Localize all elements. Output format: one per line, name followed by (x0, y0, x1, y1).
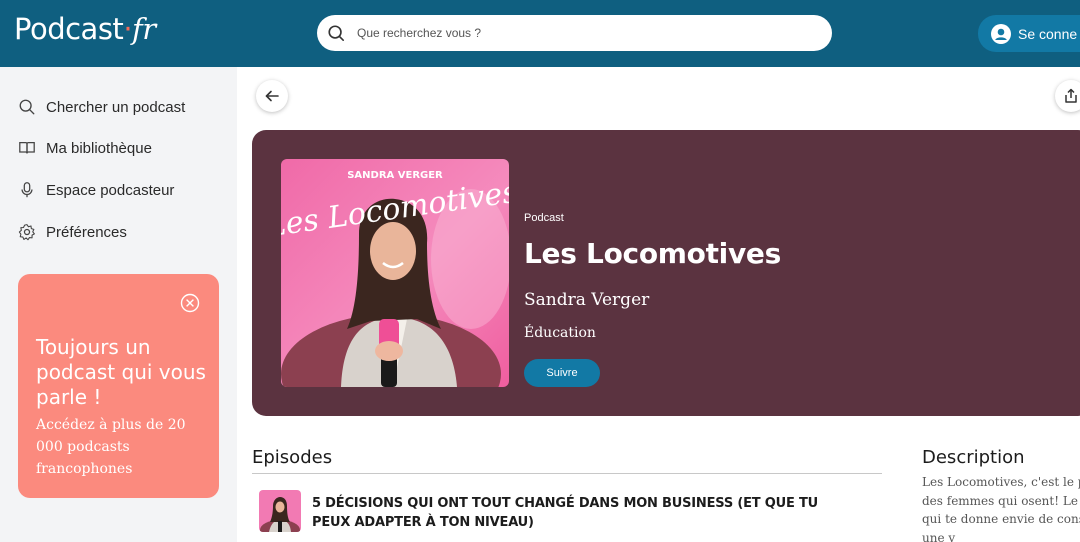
description-line: des femmes qui osent! Le p (922, 493, 1080, 508)
episode-thumbnail[interactable] (259, 490, 301, 532)
login-label: Se conne (1018, 25, 1078, 42)
podcast-author[interactable]: Sandra Verger (524, 290, 649, 310)
podcast-title: Les Locomotives (524, 237, 781, 270)
share-button[interactable] (1055, 80, 1080, 112)
back-button[interactable] (256, 80, 288, 112)
sidebar: Chercher un podcast Ma bibliothèque Espa… (0, 67, 237, 542)
user-icon (991, 23, 1011, 44)
search-input[interactable] (357, 26, 797, 40)
sidebar-item-label: Ma bibliothèque (46, 139, 152, 157)
divider (252, 473, 882, 474)
description-line: qui te donne envie de cons (922, 512, 1080, 526)
logo-suffix: fr (132, 12, 156, 46)
logo-main: Podcast (14, 12, 124, 46)
share-icon (1065, 88, 1077, 103)
description-text: Les Locomotives, c'est le p des femmes q… (922, 473, 1080, 542)
search-icon (19, 99, 35, 115)
sidebar-item-label: Préférences (46, 223, 127, 241)
gear-icon (18, 224, 35, 241)
promo-body: Accédez à plus de 20 000 podcasts franco… (36, 417, 186, 477)
microphone-icon (21, 182, 33, 198)
search-bar[interactable] (317, 15, 832, 51)
promo-title: Toujours un podcast qui vous parle ! (36, 335, 206, 409)
promo-card: Toujours un podcast qui vous parle ! Acc… (18, 274, 219, 498)
logo[interactable]: Podcast·fr (14, 12, 156, 46)
library-icon (19, 141, 35, 154)
search-icon (328, 25, 345, 42)
description-line: une v (922, 530, 956, 542)
arrow-left-icon (265, 90, 279, 102)
description-line: Les Locomotives, c'est le p (922, 475, 1080, 489)
sidebar-item-preferences[interactable]: Préférences (18, 223, 127, 241)
logo-dot: · (123, 12, 133, 46)
cover-author-text: SANDRA VERGER (347, 170, 443, 181)
follow-button[interactable]: Suivre (524, 359, 600, 387)
sidebar-item-podcaster[interactable]: Espace podcasteur (18, 181, 174, 199)
login-button[interactable]: Se conne (978, 15, 1080, 52)
podcast-kicker: Podcast (524, 212, 564, 224)
podcast-category[interactable]: Éducation (524, 325, 596, 341)
sidebar-item-library[interactable]: Ma bibliothèque (18, 139, 152, 157)
podcast-hero: SANDRA VERGER Les Locomotives Podcast Le… (252, 130, 1080, 416)
episode-title[interactable]: 5 DÉCISIONS QUI ONT TOUT CHANGÉ DANS MON… (312, 494, 852, 532)
podcast-cover: SANDRA VERGER Les Locomotives (281, 159, 509, 387)
sidebar-item-label: Chercher un podcast (46, 98, 186, 116)
episodes-heading: Episodes (252, 447, 333, 468)
sidebar-item-label: Espace podcasteur (46, 181, 175, 199)
sidebar-item-search[interactable]: Chercher un podcast (18, 98, 185, 116)
close-icon[interactable] (180, 293, 200, 313)
description-heading: Description (922, 447, 1025, 468)
top-bar: Podcast·fr Se conne (0, 0, 1080, 67)
